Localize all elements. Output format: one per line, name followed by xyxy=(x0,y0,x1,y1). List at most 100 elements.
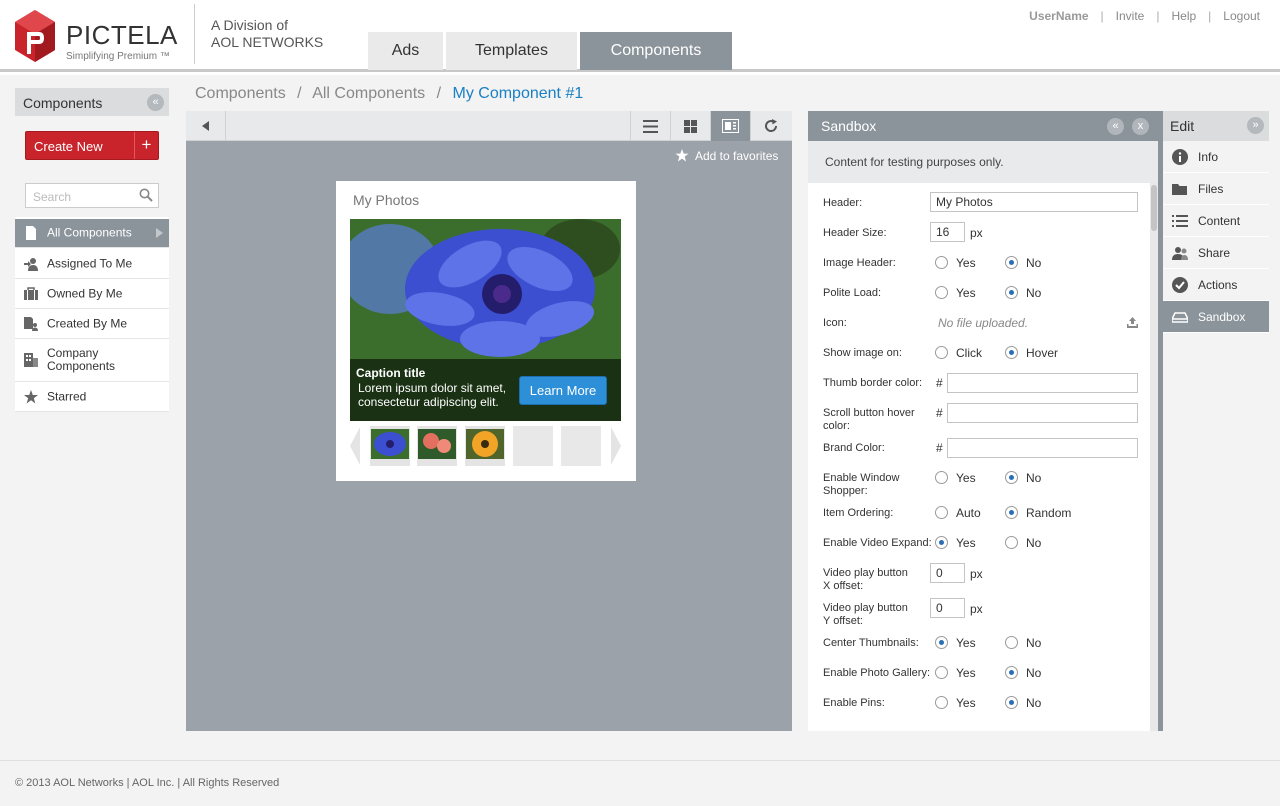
edit-item-files[interactable]: Files xyxy=(1163,173,1269,205)
video-expand-no-radio[interactable] xyxy=(1005,536,1018,549)
upload-icon[interactable] xyxy=(1127,317,1138,328)
nav-company-components[interactable]: Company Components xyxy=(15,339,169,382)
thumb-border-input[interactable] xyxy=(947,373,1138,393)
photo-gallery-yes-radio[interactable] xyxy=(935,666,948,679)
polite-load-yes-radio[interactable] xyxy=(935,286,948,299)
polite-load-no-radio[interactable] xyxy=(1005,286,1018,299)
nav-owned-by-me[interactable]: Owned By Me xyxy=(15,279,169,309)
list-view-button[interactable] xyxy=(630,111,670,141)
header-size-input[interactable]: 16 xyxy=(930,222,965,242)
sandbox-title: Sandbox xyxy=(821,118,877,134)
image-header-yes-radio[interactable] xyxy=(935,256,948,269)
search-icon[interactable] xyxy=(139,188,153,202)
document-icon xyxy=(26,226,36,240)
radio-label: Auto xyxy=(956,506,981,520)
back-button[interactable] xyxy=(186,111,226,141)
edit-panel-header: Edit » xyxy=(1163,111,1269,141)
radio-label: No xyxy=(1026,696,1042,710)
building-icon xyxy=(24,353,38,367)
refresh-icon xyxy=(764,119,777,132)
tab-templates[interactable]: Templates xyxy=(446,32,577,70)
edit-item-label: Actions xyxy=(1198,278,1238,292)
sandbox-note: Content for testing purposes only. xyxy=(808,141,1158,183)
tab-components[interactable]: Components xyxy=(580,32,732,70)
nav-created-by-me[interactable]: Created By Me xyxy=(15,309,169,339)
scroll-hover-input[interactable] xyxy=(947,403,1138,423)
brand-color-input[interactable] xyxy=(947,438,1138,458)
radio-label: Hover xyxy=(1026,346,1059,360)
thumbnail-empty[interactable] xyxy=(513,426,553,466)
photo-gallery-no-radio[interactable] xyxy=(1005,666,1018,679)
edit-item-share[interactable]: Share xyxy=(1163,237,1269,269)
nav-all-components[interactable]: All Components xyxy=(15,219,169,248)
breadcrumb-components[interactable]: Components xyxy=(195,85,286,102)
thumb-prev-arrow-icon[interactable] xyxy=(350,427,360,465)
sandbox-scrollbar[interactable] xyxy=(1150,183,1158,731)
copyright-text: © 2013 AOL Networks | AOL Inc. | All Rig… xyxy=(15,777,280,789)
nav-label: Created By Me xyxy=(47,316,128,330)
breadcrumb-all-components[interactable]: All Components xyxy=(312,85,425,102)
logout-link[interactable]: Logout xyxy=(1223,9,1260,23)
radio-label: Random xyxy=(1026,506,1072,520)
image-header-no-radio[interactable] xyxy=(1005,256,1018,269)
footer: © 2013 AOL Networks | AOL Inc. | All Rig… xyxy=(0,760,1280,806)
header-input[interactable]: My Photos xyxy=(930,192,1138,212)
center-thumbs-no-radio[interactable] xyxy=(1005,636,1018,649)
scroll-hover-label: Scroll button hover color: xyxy=(823,407,915,432)
pins-no-radio[interactable] xyxy=(1005,696,1018,709)
collapse-sandbox-icon[interactable]: « xyxy=(1107,118,1124,135)
thumbnail[interactable] xyxy=(465,426,505,466)
learn-more-button[interactable]: Learn More xyxy=(519,376,607,405)
scrollbar-thumb[interactable] xyxy=(1151,185,1157,231)
show-image-hover-radio[interactable] xyxy=(1005,346,1018,359)
invite-link[interactable]: Invite xyxy=(1116,9,1145,23)
video-x-input[interactable]: 0 xyxy=(930,563,965,583)
video-y-input[interactable]: 0 xyxy=(930,598,965,618)
grid-view-button[interactable] xyxy=(670,111,710,141)
app-header: PICTELA Simplifying Premium ™ A Division… xyxy=(0,0,1280,72)
edit-item-actions[interactable]: Actions xyxy=(1163,269,1269,301)
edit-item-info[interactable]: Info xyxy=(1163,141,1269,173)
collapse-left-icon[interactable]: « xyxy=(147,94,164,111)
main-photo[interactable]: Caption title Lorem ipsum dolor sit amet… xyxy=(350,219,621,421)
thumb-daisy xyxy=(465,426,505,466)
create-new-button[interactable]: Create New + xyxy=(25,131,159,160)
hash-prefix: # xyxy=(936,406,943,420)
breadcrumb-current: My Component #1 xyxy=(452,85,584,102)
detail-view-button[interactable] xyxy=(710,111,750,141)
nav-label: Starred xyxy=(47,389,87,403)
window-shopper-yes-radio[interactable] xyxy=(935,471,948,484)
briefcase-icon xyxy=(24,286,38,300)
help-link[interactable]: Help xyxy=(1171,9,1196,23)
folder-icon xyxy=(1172,184,1187,195)
video-expand-yes-radio[interactable] xyxy=(935,536,948,549)
nav-starred[interactable]: Starred xyxy=(15,382,169,412)
expand-edit-icon[interactable]: » xyxy=(1247,117,1264,134)
thumbnail-empty[interactable] xyxy=(561,426,601,466)
window-shopper-no-radio[interactable] xyxy=(1005,471,1018,484)
item-ordering-random-radio[interactable] xyxy=(1005,506,1018,519)
thumbnail[interactable] xyxy=(417,426,457,466)
edit-item-label: Info xyxy=(1198,150,1219,164)
edit-item-sandbox[interactable]: Sandbox xyxy=(1163,301,1269,333)
username-link[interactable]: UserName xyxy=(1029,9,1088,23)
item-ordering-auto-radio[interactable] xyxy=(935,506,948,519)
edit-item-content[interactable]: Content xyxy=(1163,205,1269,237)
center-thumbs-yes-radio[interactable] xyxy=(935,636,948,649)
close-icon[interactable]: x xyxy=(1132,118,1149,135)
add-to-favorites-link[interactable]: Add to favorites xyxy=(675,149,778,163)
pins-yes-radio[interactable] xyxy=(935,696,948,709)
edit-item-label: Content xyxy=(1198,214,1241,228)
tab-ads[interactable]: Ads xyxy=(368,32,443,70)
show-image-click-radio[interactable] xyxy=(935,346,948,359)
header-size-unit: px xyxy=(970,226,983,240)
division-line-2: AOL NETWORKS xyxy=(211,34,324,50)
sandbox-panel: Sandbox « x Content for testing purposes… xyxy=(808,111,1163,731)
refresh-button[interactable] xyxy=(750,111,790,141)
preview-toolbar xyxy=(186,111,792,141)
thumbnail[interactable] xyxy=(370,426,410,466)
header-label: Header: xyxy=(823,197,863,209)
radio-label: No xyxy=(1026,471,1042,485)
thumb-next-arrow-icon[interactable] xyxy=(611,427,621,465)
nav-assigned-to-me[interactable]: Assigned To Me xyxy=(15,249,169,279)
